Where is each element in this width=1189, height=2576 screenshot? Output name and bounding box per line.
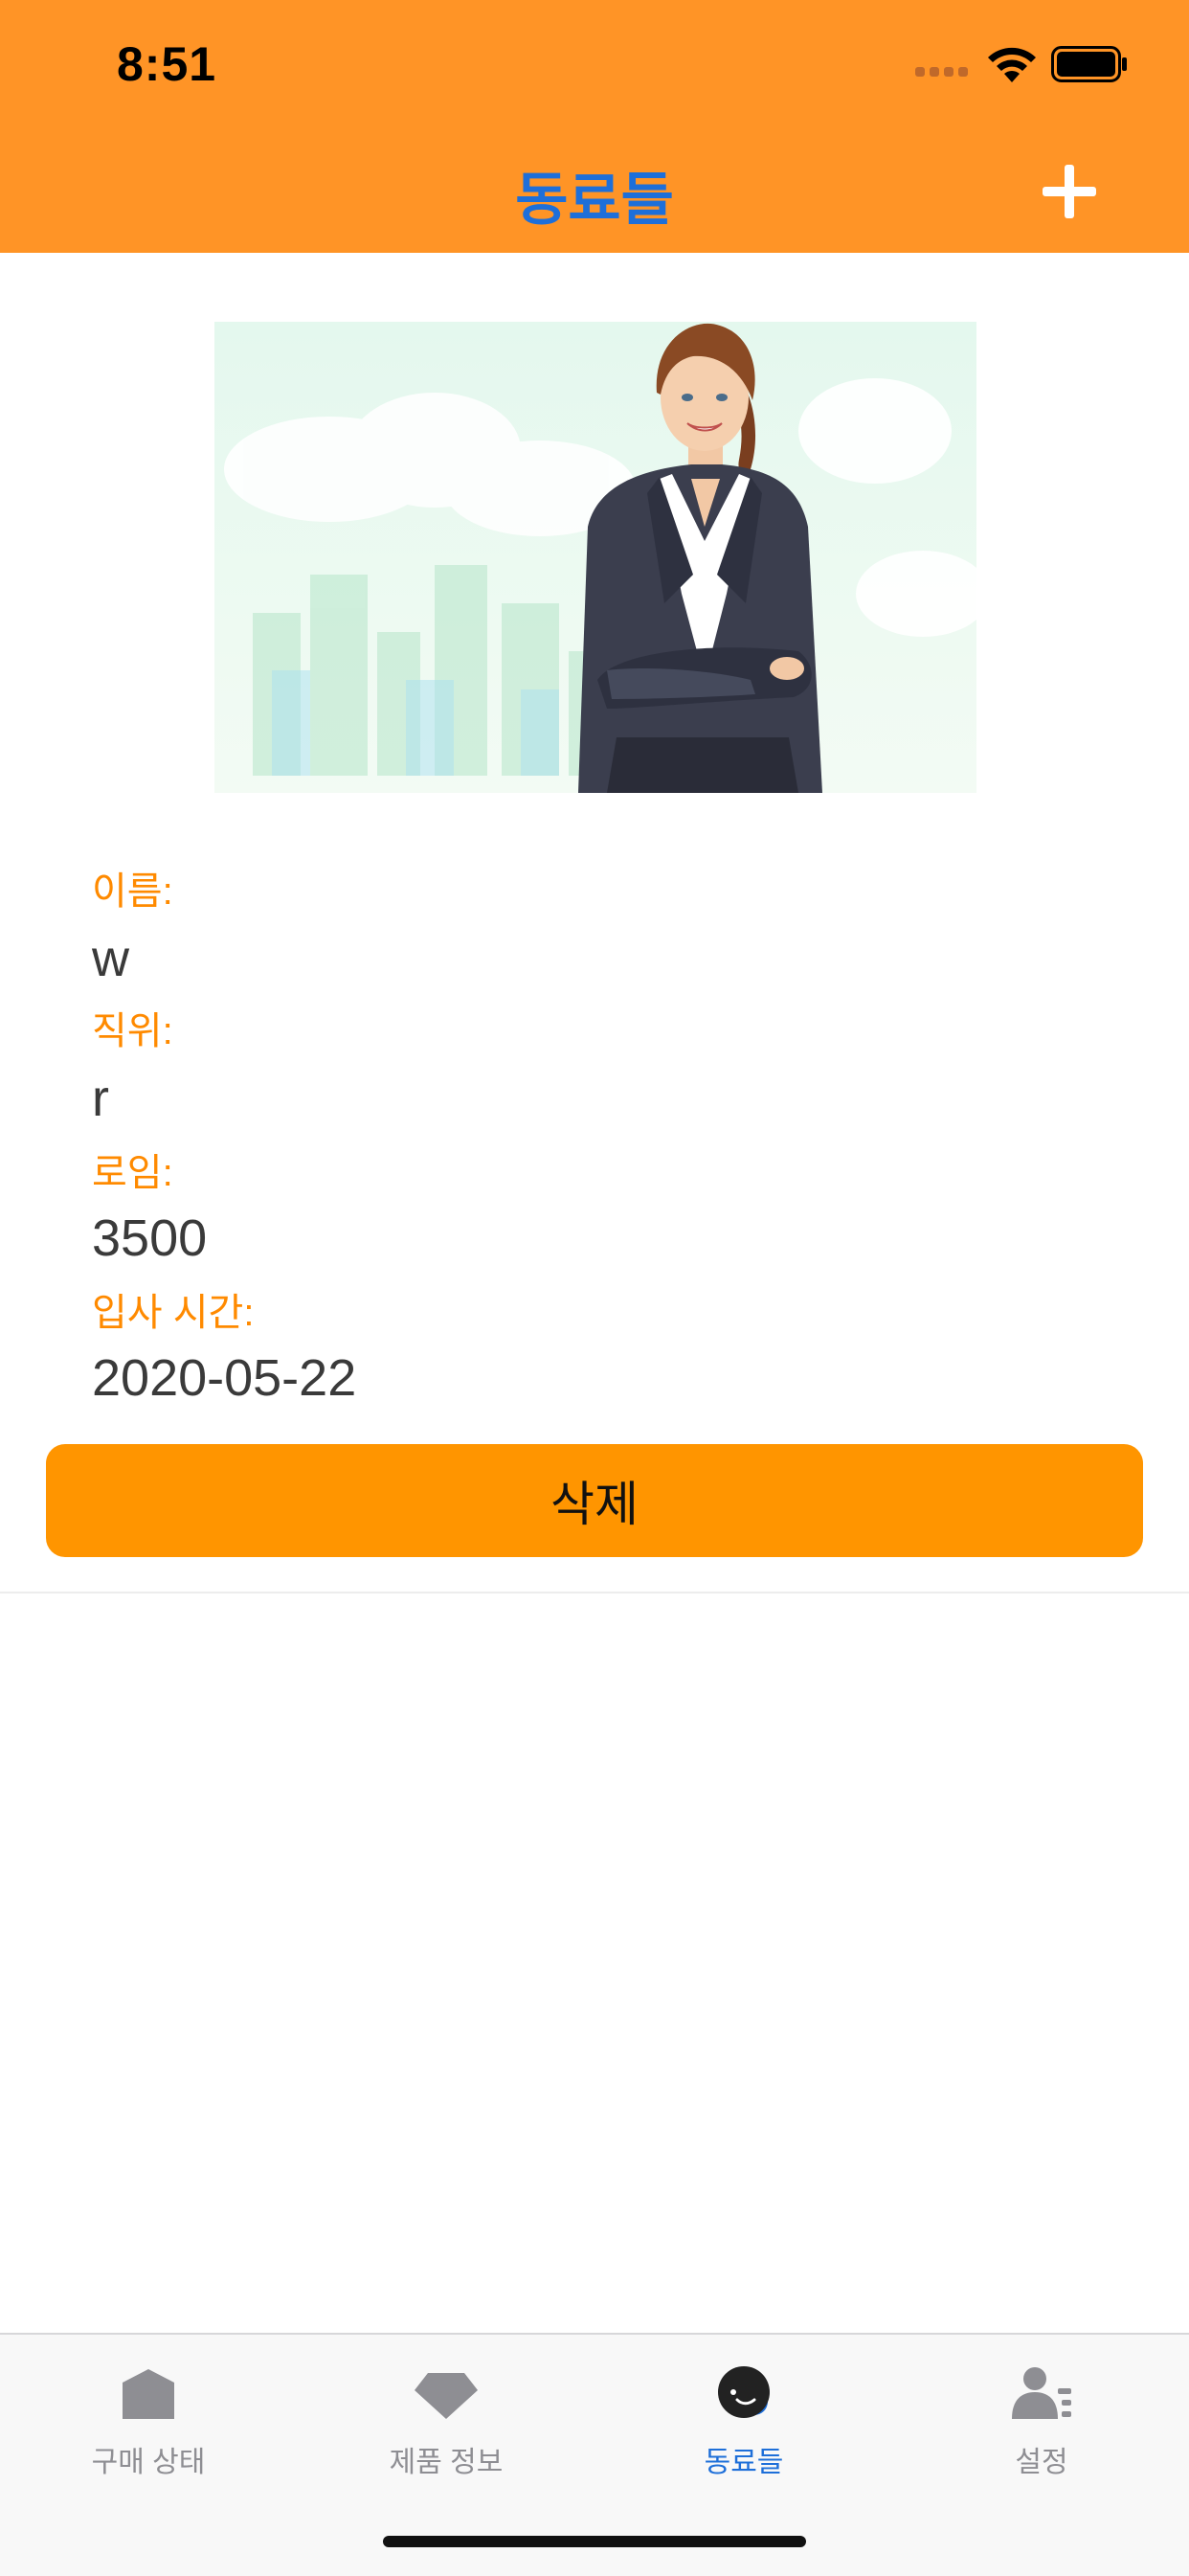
tab-label: 제품 정보 xyxy=(389,2447,504,2478)
smiley-icon xyxy=(718,2366,770,2418)
tab-label: 구매 상태 xyxy=(91,2447,206,2478)
wifi-icon xyxy=(988,47,1036,82)
delete-button[interactable]: 삭제 xyxy=(46,1444,1143,1557)
salary-value: 3500 xyxy=(92,1209,208,1267)
battery-icon xyxy=(1051,46,1127,82)
diamond-icon xyxy=(415,2373,478,2419)
tab-purchase-status[interactable]: 구매 상태 xyxy=(43,2352,254,2486)
house-icon xyxy=(123,2369,174,2419)
home-indicator[interactable] xyxy=(383,2536,806,2547)
colleague-photo xyxy=(214,322,976,793)
page-title: 동료들 xyxy=(515,168,674,232)
add-colleague-button[interactable] xyxy=(1034,157,1103,226)
position-value: r xyxy=(92,1070,109,1127)
tab-label: 설정 xyxy=(1015,2447,1068,2478)
tab-colleagues[interactable]: 동료들 xyxy=(639,2352,849,2486)
header-bar: 8:51 동료들 xyxy=(0,0,1189,253)
tab-product-info[interactable]: 제품 정보 xyxy=(341,2352,551,2486)
tab-label: 동료들 xyxy=(704,2447,784,2478)
cellular-signal-icon xyxy=(915,67,969,79)
name-label: 이름: xyxy=(92,870,173,913)
divider xyxy=(0,1592,1189,1593)
status-time: 8:51 xyxy=(117,37,217,91)
join-date-value: 2020-05-22 xyxy=(92,1349,357,1407)
name-value: w xyxy=(92,930,129,987)
join-date-label: 입사 시간: xyxy=(92,1292,255,1334)
person-card-icon xyxy=(1012,2367,1071,2419)
tab-settings[interactable]: 설정 xyxy=(936,2352,1147,2486)
salary-label: 로임: xyxy=(92,1152,173,1194)
position-label: 직위: xyxy=(92,1010,173,1052)
